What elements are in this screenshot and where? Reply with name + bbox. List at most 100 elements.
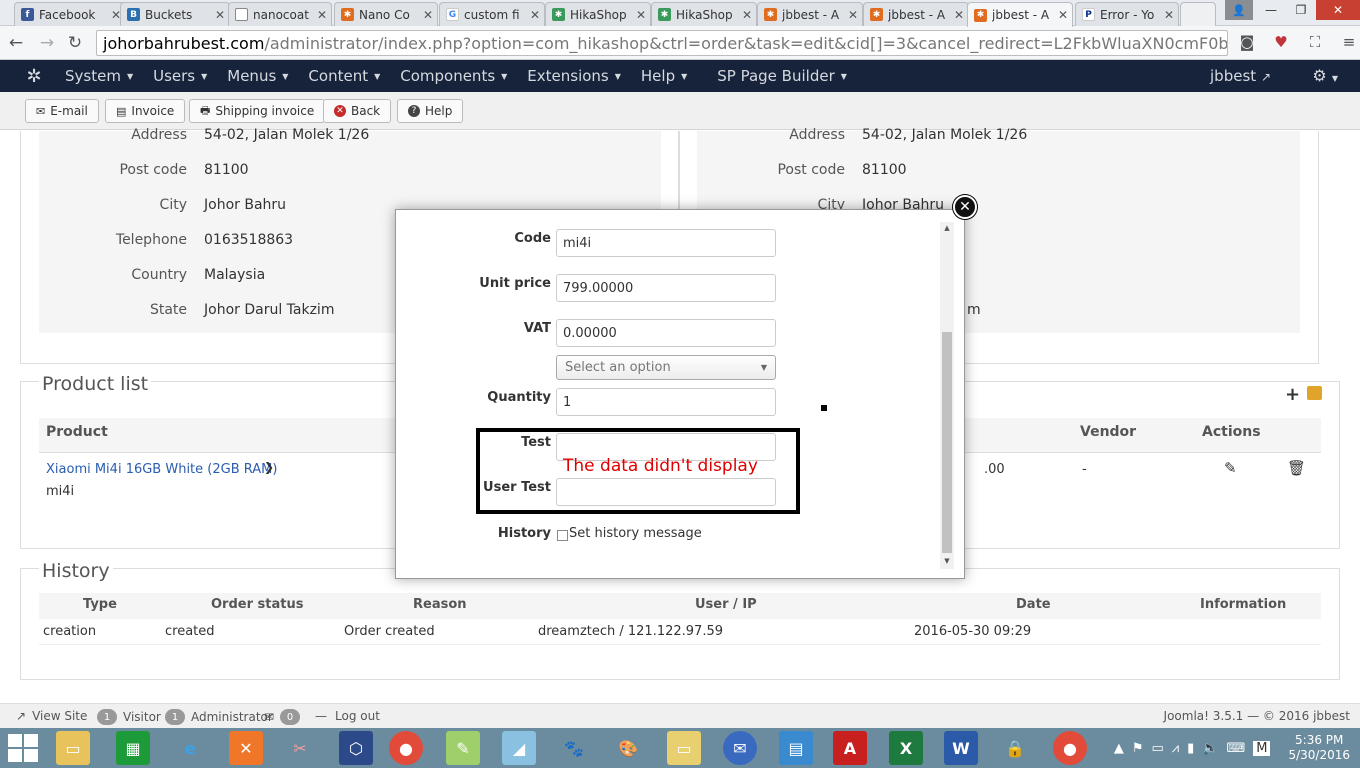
back-button[interactable]: ✕ Back [323, 99, 392, 123]
signal-icon[interactable]: ▮ [1187, 741, 1194, 756]
vat-input[interactable] [556, 319, 776, 347]
folder-app-icon[interactable]: ▭ [667, 731, 701, 765]
vat-rate-select[interactable]: Select an option ▼ [556, 355, 776, 380]
menu-system[interactable]: System ▼ [65, 67, 133, 85]
menu-extensions[interactable]: Extensions ▼ [527, 67, 621, 85]
clock[interactable]: 5:36 PM 5/30/2016 [1288, 733, 1350, 763]
forward-arrow-icon[interactable]: → [36, 32, 58, 54]
pocket-icon[interactable]: ♥ [1271, 32, 1291, 52]
maximize-icon[interactable]: ❐ [1286, 0, 1316, 20]
url-input[interactable]: johorbahrubest.com/administrator/index.p… [96, 30, 1228, 56]
browser-tab[interactable]: ✱ HikaShop ✕ [651, 2, 757, 26]
scroll-down-icon[interactable]: ▼ [942, 556, 952, 566]
browser-tab[interactable]: nanocoat ✕ [228, 2, 332, 26]
browser-tab[interactable]: ✱ jbbest - A ✕ [757, 2, 863, 26]
gear-icon[interactable]: ⚙ ▼ [1312, 66, 1338, 85]
acrobat-icon[interactable]: A [833, 731, 867, 765]
modal-close-icon[interactable]: ✕ [953, 195, 977, 219]
tab-close-icon[interactable]: ✕ [530, 8, 540, 22]
reload-icon[interactable]: ↻ [64, 32, 86, 54]
history-checkbox[interactable] [557, 530, 568, 541]
product-name-link[interactable]: Xiaomi Mi4i 16GB White (2GB RAM) [46, 462, 277, 477]
flag-icon[interactable]: ⚑ [1132, 741, 1144, 756]
trash-icon[interactable]: 🗑 [1287, 459, 1306, 477]
browser-tab[interactable]: B Buckets ✕ [120, 2, 230, 26]
settings-app-icon[interactable]: ⬡ [339, 731, 373, 765]
help-button[interactable]: ? Help [397, 99, 464, 123]
file-explorer-icon[interactable]: ▭ [56, 731, 90, 765]
notepad-plus-icon[interactable]: ✎ [446, 731, 480, 765]
menu-users[interactable]: Users ▼ [153, 67, 207, 85]
windows-taskbar: ▭ ▦ e ✕ ✂ ⬡ ● ✎ ◢ 🐾 🎨 ▭ ✉ ▤ A X W 🔒 ● ▲ … [0, 728, 1360, 768]
browser-tab[interactable]: ✱ Nano Co ✕ [334, 2, 438, 26]
new-tab-button[interactable] [1180, 2, 1216, 26]
logout-link[interactable]: — Log out [315, 709, 380, 723]
view-site-link[interactable]: ↗ View Site [16, 709, 87, 723]
thunderbird-icon[interactable]: ✉ [723, 731, 757, 765]
browser-tab[interactable]: P Error - Yo ✕ [1075, 2, 1179, 26]
quantity-input[interactable] [556, 388, 776, 416]
network-icon[interactable]: ▤ [779, 731, 813, 765]
chevron-up-icon[interactable]: ▲ [1114, 741, 1124, 756]
code-input[interactable] [556, 229, 776, 257]
lock-icon[interactable]: 🔒 [998, 731, 1032, 765]
browser-tab[interactable]: f Facebook ✕ [14, 2, 126, 26]
tab-close-icon[interactable]: ✕ [848, 8, 858, 22]
user-link[interactable]: jbbest ↗ [1210, 67, 1271, 85]
browser-tab[interactable]: ✱ HikaShop ✕ [545, 2, 651, 26]
menu-components[interactable]: Components ▼ [400, 67, 507, 85]
invoice-button[interactable]: ▤ Invoice [105, 99, 186, 123]
tab-close-icon[interactable]: ✕ [636, 8, 646, 22]
store-icon[interactable]: ▦ [116, 731, 150, 765]
tab-close-icon[interactable]: ✕ [1164, 8, 1174, 22]
browser-tab[interactable]: G custom fi ✕ [439, 2, 545, 26]
folder-icon[interactable] [1307, 386, 1322, 400]
edit-pencil-icon[interactable]: ✎ [1224, 459, 1237, 477]
gmail-icon[interactable]: M [1253, 740, 1271, 756]
editor-icon[interactable]: ◢ [502, 731, 536, 765]
windows-start-icon[interactable] [8, 734, 40, 762]
email-button[interactable]: ✉ E-mail [25, 99, 99, 123]
internet-explorer-icon[interactable]: e [173, 731, 207, 765]
menu-menus[interactable]: Menus ▼ [227, 67, 288, 85]
menu-content[interactable]: Content ▼ [308, 67, 380, 85]
scissors-icon[interactable]: ✂ [283, 731, 317, 765]
monitor-icon[interactable]: ▭ [1152, 741, 1164, 756]
camera-icon[interactable]: ◙ [1237, 32, 1257, 52]
browser-tab[interactable]: ✱ jbbest - A ✕ [863, 2, 969, 26]
screen-capture-icon[interactable]: ⛶ [1305, 32, 1325, 52]
menu-sp-page-builder[interactable]: SP Page Builder ▼ [717, 67, 847, 85]
minimize-icon[interactable]: — [1256, 0, 1286, 20]
tab-close-icon[interactable]: ✕ [1058, 8, 1068, 22]
scroll-up-icon[interactable]: ▲ [942, 223, 952, 233]
word-icon[interactable]: W [944, 731, 978, 765]
unit-price-input[interactable] [556, 274, 776, 302]
shipping-invoice-button[interactable]: 🖶 Shipping invoice [189, 99, 326, 123]
back-arrow-icon[interactable]: ← [5, 32, 27, 54]
wifi-icon[interactable]: ⩘ [1172, 741, 1179, 756]
chevron-right-icon[interactable]: ❯ [264, 460, 274, 474]
tab-close-icon[interactable]: ✕ [423, 8, 433, 22]
gimp-icon[interactable]: 🐾 [557, 731, 591, 765]
joomla-logo-icon[interactable]: ✲ [24, 66, 44, 87]
messages-count[interactable]: ✉ 0 [264, 709, 306, 725]
chrome-icon[interactable]: ● [1053, 731, 1087, 765]
browser-tab-active[interactable]: ✱ jbbest - A ✕ [967, 2, 1073, 27]
menu-icon[interactable]: ≡ [1339, 32, 1359, 52]
chrome-icon[interactable]: ● [389, 731, 423, 765]
window-close-icon[interactable]: ✕ [1316, 0, 1360, 20]
add-product-icon[interactable]: + [1285, 384, 1300, 405]
tab-close-icon[interactable]: ✕ [215, 8, 225, 22]
tab-close-icon[interactable]: ✕ [954, 8, 964, 22]
keyboard-icon[interactable]: ⌨ [1226, 741, 1245, 756]
modal-scrollbar-thumb[interactable] [942, 332, 952, 553]
volume-icon[interactable]: 🔈 [1202, 741, 1218, 756]
menu-help[interactable]: Help ▼ [641, 67, 687, 85]
tab-close-icon[interactable]: ✕ [317, 8, 327, 22]
tab-close-icon[interactable]: ✕ [742, 8, 752, 22]
paint-icon[interactable]: 🎨 [611, 731, 645, 765]
profile-icon[interactable]: 👤 [1225, 0, 1253, 20]
excel-icon[interactable]: X [889, 731, 923, 765]
link-label: Log out [335, 709, 380, 723]
xampp-icon[interactable]: ✕ [229, 731, 263, 765]
